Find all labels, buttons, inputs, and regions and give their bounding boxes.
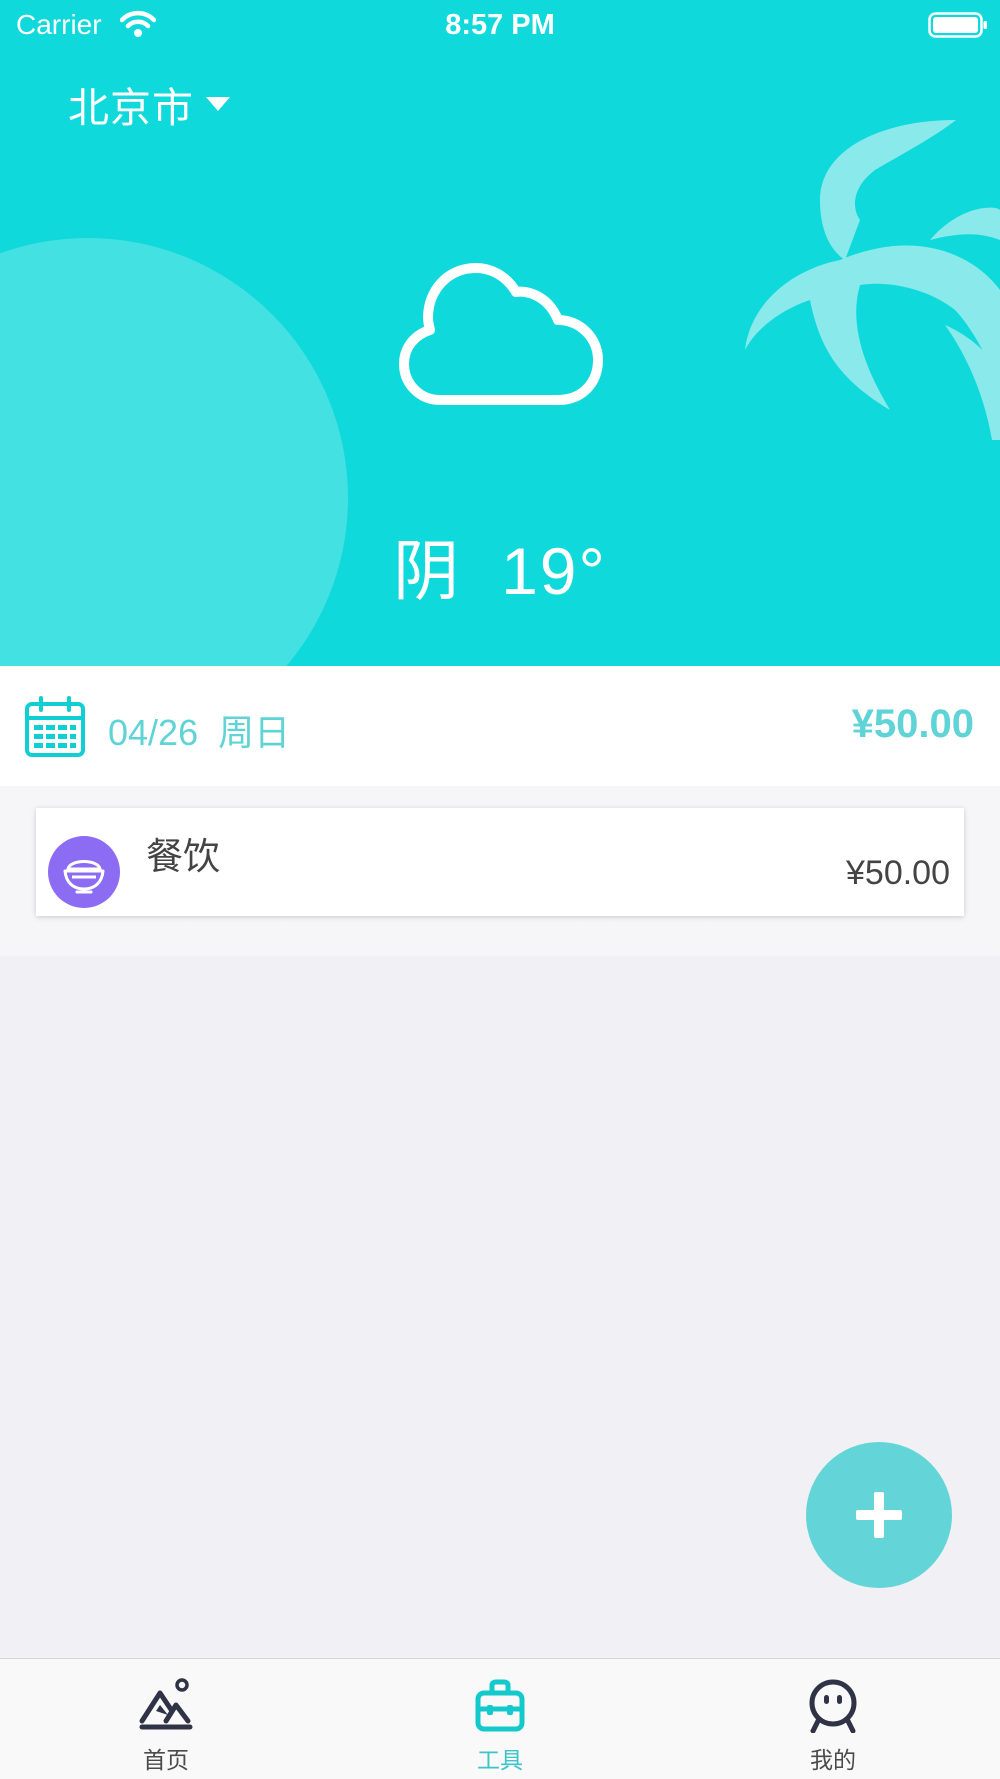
record-item[interactable]: 餐饮 ¥50.00	[36, 808, 964, 928]
caret-down-icon	[206, 97, 230, 111]
tab-tools[interactable]: 工具	[400, 1659, 600, 1779]
clock: 8:57 PM	[445, 9, 555, 41]
date-label: 04/26 周日	[108, 704, 290, 756]
city-selector[interactable]: 北京市	[68, 76, 230, 132]
person-icon	[809, 1679, 857, 1733]
cloud-icon	[399, 263, 603, 405]
category-badge	[48, 836, 120, 908]
date-summary-bar: 04/26 周日 ¥50.00	[0, 666, 1000, 786]
temperature: 19°	[501, 534, 607, 608]
status-bar: Carrier 8:57 PM	[0, 0, 1000, 50]
tab-home[interactable]: 首页	[66, 1659, 266, 1779]
weekday-value: 周日	[218, 712, 291, 753]
daily-total: ¥50.00	[851, 702, 974, 746]
add-record-button[interactable]	[806, 1442, 952, 1588]
scalloped-edge	[36, 914, 964, 928]
weather-summary: 阴 19°	[0, 518, 1000, 614]
tab-home-label: 首页	[143, 1747, 189, 1773]
weather-condition: 阴	[393, 534, 462, 608]
toolbox-icon	[475, 1679, 525, 1732]
tab-mine-label: 我的	[810, 1747, 856, 1773]
rice-bowl-icon	[63, 860, 105, 894]
records-list: 餐饮 ¥50.00	[0, 786, 1000, 956]
record-category: 餐饮	[146, 836, 220, 877]
city-name: 北京市	[68, 85, 194, 131]
record-amount: ¥50.00	[846, 854, 950, 892]
battery-icon	[928, 12, 987, 38]
date-value: 04/26	[108, 712, 199, 753]
mountain-icon	[139, 1678, 193, 1730]
palm-tree-icon	[745, 120, 1000, 440]
tab-tools-label: 工具	[477, 1747, 523, 1773]
plus-icon	[856, 1492, 902, 1538]
calendar-icon	[25, 696, 85, 757]
tab-bar: 首页 工具 我的	[0, 1658, 1000, 1779]
tab-mine[interactable]: 我的	[733, 1659, 933, 1779]
weather-header: Carrier 8:57 PM 北京市 阴 19°	[0, 0, 1000, 666]
